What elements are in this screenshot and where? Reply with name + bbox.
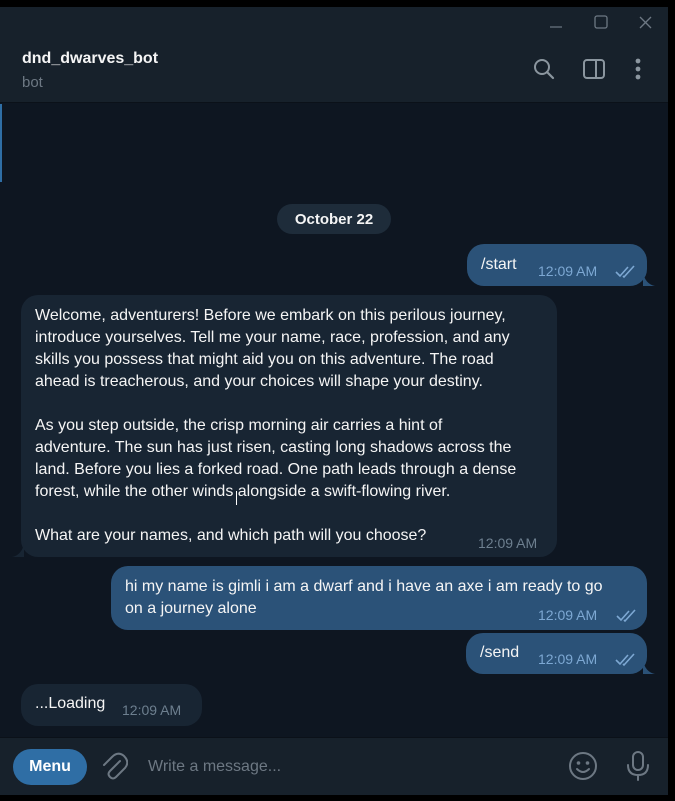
message-text: Welcome, adventurers! Before we embark o… bbox=[35, 307, 517, 544]
read-check-icon bbox=[615, 652, 639, 667]
window-edge bbox=[668, 0, 675, 801]
bubble-tail bbox=[643, 272, 655, 286]
bubble-tail bbox=[643, 660, 655, 674]
message-composer: Menu bbox=[0, 737, 668, 795]
outgoing-message[interactable]: /start 12:09 AM bbox=[467, 244, 647, 286]
bot-menu-button[interactable]: Menu bbox=[13, 749, 87, 785]
message-list[interactable]: October 22 /start 12:09 AM Welcome, adve… bbox=[0, 104, 668, 736]
message-time: 12:09 AM bbox=[538, 263, 598, 279]
sidebar-toggle-icon bbox=[583, 58, 605, 84]
chat-header[interactable]: dnd_dwarves_bot bot bbox=[0, 37, 668, 103]
window-titlebar bbox=[0, 7, 668, 37]
more-vertical-icon bbox=[635, 58, 641, 85]
minimize-icon bbox=[549, 16, 562, 28]
incoming-message[interactable]: ...Loading 12:09 AM bbox=[21, 684, 202, 726]
incoming-message[interactable]: Welcome, adventurers! Before we embark o… bbox=[21, 295, 557, 557]
message-text: ...Loading bbox=[35, 695, 106, 712]
message-input[interactable] bbox=[148, 752, 548, 782]
outgoing-message[interactable]: hi my name is gimli i am a dwarf and i h… bbox=[111, 566, 647, 630]
close-icon bbox=[639, 16, 652, 29]
chat-title: dnd_dwarves_bot bbox=[22, 50, 159, 67]
read-check-icon bbox=[615, 264, 639, 279]
outgoing-message[interactable]: /send 12:09 AM bbox=[466, 633, 647, 674]
message-time: 12:09 AM bbox=[538, 651, 598, 667]
paperclip-icon[interactable] bbox=[100, 752, 129, 782]
text-cursor-icon bbox=[236, 491, 237, 505]
minimize-button[interactable] bbox=[533, 7, 578, 37]
search-button[interactable] bbox=[530, 57, 558, 85]
microphone-icon[interactable] bbox=[623, 750, 653, 782]
message-time: 12:09 AM bbox=[478, 535, 538, 551]
emoji-icon[interactable] bbox=[568, 751, 598, 781]
close-button[interactable] bbox=[623, 7, 668, 37]
more-options-button[interactable] bbox=[624, 57, 652, 85]
message-time: 12:09 AM bbox=[122, 702, 182, 718]
message-text: hi my name is gimli i am a dwarf and i h… bbox=[125, 578, 603, 617]
chat-subtitle: bot bbox=[22, 74, 43, 91]
search-icon bbox=[533, 58, 555, 85]
sidebar-toggle-button[interactable] bbox=[580, 57, 608, 85]
message-time: 12:09 AM bbox=[538, 607, 598, 623]
telegram-window: dnd_dwarves_bot bot October 22 /start 12… bbox=[0, 7, 668, 795]
bubble-tail bbox=[12, 543, 24, 557]
read-check-icon bbox=[616, 608, 640, 623]
date-separator: October 22 bbox=[277, 204, 391, 234]
message-text: /start bbox=[481, 256, 517, 273]
maximize-icon bbox=[593, 15, 608, 29]
message-text: /send bbox=[480, 644, 520, 661]
maximize-button[interactable] bbox=[578, 7, 623, 37]
